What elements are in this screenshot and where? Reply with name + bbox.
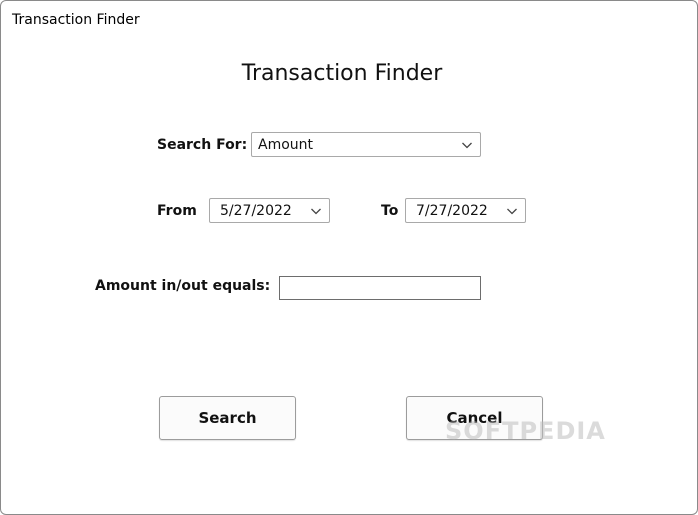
chevron-down-icon: [462, 142, 472, 149]
window-title: Transaction Finder: [12, 12, 140, 28]
page-title: Transaction Finder: [241, 61, 443, 86]
to-date-picker[interactable]: 7/27/2022: [405, 198, 526, 223]
from-date-value: 5/27/2022: [220, 203, 292, 219]
from-label: From: [157, 203, 197, 219]
search-for-value: Amount: [258, 137, 314, 153]
softpedia-watermark: SOFTPEDIA: [445, 417, 606, 445]
amount-input[interactable]: [279, 276, 481, 300]
search-for-dropdown[interactable]: Amount: [251, 132, 481, 157]
to-label: To: [381, 203, 399, 219]
to-date-value: 7/27/2022: [416, 203, 488, 219]
title-bar[interactable]: Transaction Finder: [1, 1, 697, 37]
from-date-picker[interactable]: 5/27/2022: [209, 198, 330, 223]
search-for-label: Search For:: [157, 137, 248, 153]
amount-label: Amount in/out equals:: [95, 278, 271, 294]
chevron-down-icon: [311, 208, 321, 215]
chevron-down-icon: [507, 208, 517, 215]
search-button[interactable]: Search: [159, 396, 296, 440]
transaction-finder-window: Transaction Finder Transaction Finder Se…: [0, 0, 698, 515]
